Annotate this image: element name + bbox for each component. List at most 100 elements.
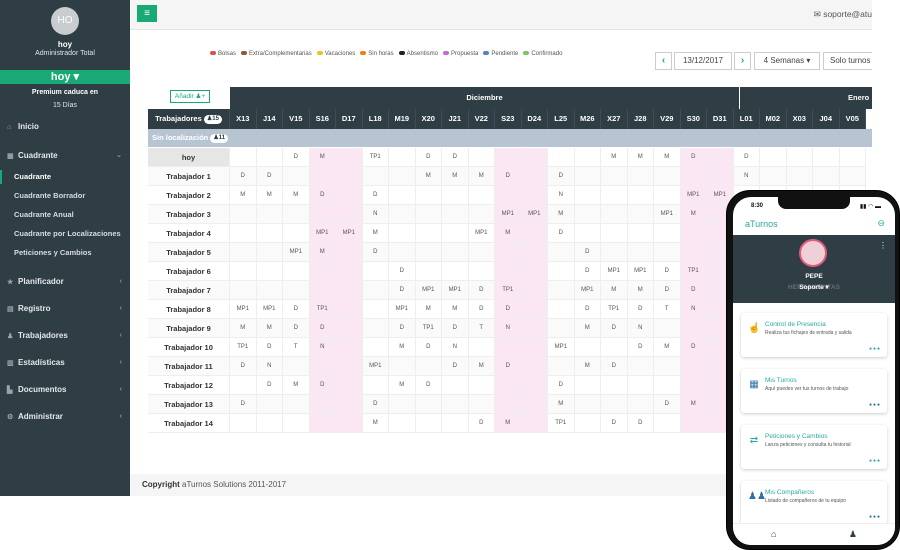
shift-cell[interactable]: MP1 [389,300,416,319]
day-header[interactable]: S23 [495,109,522,129]
shift-cell[interactable]: T [654,300,681,319]
shift-cell[interactable] [521,243,548,262]
shift-cell[interactable] [574,167,601,186]
day-header[interactable]: X27 [601,109,628,129]
shift-cell[interactable] [627,205,654,224]
phone-role-dropdown[interactable]: Soporte ▾ [733,283,895,291]
shift-cell[interactable] [468,148,495,167]
date-input[interactable]: 13/12/2017 [674,52,732,70]
shift-cell[interactable] [415,243,442,262]
shift-cell[interactable] [309,281,336,300]
shift-cell[interactable]: TP1 [415,319,442,338]
shift-cell[interactable] [574,205,601,224]
shift-cell[interactable] [389,167,416,186]
day-header[interactable]: X20 [415,109,442,129]
shift-cell[interactable] [548,262,575,281]
shift-cell[interactable] [521,376,548,395]
shift-cell[interactable] [389,243,416,262]
shift-cell[interactable]: TP1 [548,414,575,433]
shift-cell[interactable]: D [415,148,442,167]
worker-name[interactable]: Trabajador 2 [148,186,230,205]
shift-cell[interactable] [442,243,469,262]
shift-cell[interactable]: M [680,205,707,224]
shift-cell[interactable] [362,338,389,357]
shift-cell[interactable]: D [654,281,681,300]
shift-cell[interactable] [336,167,363,186]
shift-cell[interactable] [468,395,495,414]
worker-name[interactable]: Trabajador 13 [148,395,230,414]
shift-cell[interactable] [336,338,363,357]
shift-cell[interactable] [521,300,548,319]
shift-cell[interactable]: M [442,300,469,319]
worker-name[interactable]: hoy [148,148,230,167]
day-header[interactable]: X03 [786,109,813,129]
shift-cell[interactable]: MP1 [521,205,548,224]
shift-cell[interactable] [362,319,389,338]
shift-cell[interactable]: D [680,148,707,167]
shift-cell[interactable] [548,300,575,319]
sidebar-item-4[interactable]: ♟ Trabajadores ‹ [0,329,130,343]
shift-cell[interactable]: M [309,148,336,167]
shift-cell[interactable]: MP1 [415,281,442,300]
shift-cell[interactable]: MP1 [574,281,601,300]
shift-cell[interactable] [574,148,601,167]
shift-cell[interactable] [336,395,363,414]
shift-cell[interactable] [442,224,469,243]
shift-cell[interactable]: M [654,338,681,357]
shift-cell[interactable]: M [283,376,310,395]
shift-cell[interactable]: MP1 [601,262,628,281]
shift-cell[interactable] [548,281,575,300]
day-header[interactable]: M26 [574,109,601,129]
shift-cell[interactable]: N [309,338,336,357]
shift-cell[interactable] [283,395,310,414]
shift-cell[interactable] [336,281,363,300]
worker-name[interactable]: Trabajador 10 [148,338,230,357]
shift-cell[interactable]: D [415,376,442,395]
shift-cell[interactable]: D [442,357,469,376]
worker-name[interactable]: Trabajador 4 [148,224,230,243]
shift-cell[interactable]: D [574,262,601,281]
day-header[interactable]: M02 [760,109,787,129]
shift-cell[interactable] [654,243,681,262]
day-header[interactable]: D24 [521,109,548,129]
shift-cell[interactable] [256,205,283,224]
shift-cell[interactable] [362,281,389,300]
logout-icon[interactable]: ⊖ [877,218,885,229]
shift-cell[interactable] [468,205,495,224]
shift-cell[interactable]: D [654,262,681,281]
shift-cell[interactable] [548,148,575,167]
sidebar-item-5[interactable]: ▥ Estadísticas ‹ [0,356,130,370]
shift-cell[interactable] [256,414,283,433]
shift-cell[interactable] [309,414,336,433]
phone-card-1[interactable]: ▦ Mis Turnos Aquí puedes ver tus turnos de… [741,369,887,413]
shift-cell[interactable] [336,414,363,433]
shift-cell[interactable] [680,414,707,433]
day-header[interactable]: S30 [680,109,707,129]
shift-cell[interactable] [230,243,257,262]
shift-cell[interactable] [760,148,787,167]
phone-card-2[interactable]: ⇄ Peticiones y Cambios Lanza peticiones y … [741,425,887,469]
shift-cell[interactable] [256,395,283,414]
shift-cell[interactable] [389,357,416,376]
day-header[interactable]: V29 [654,109,681,129]
day-header[interactable]: J04 [813,109,840,129]
shift-cell[interactable] [495,262,522,281]
shift-cell[interactable]: D [362,243,389,262]
shift-cell[interactable]: D [495,300,522,319]
shift-cell[interactable] [256,243,283,262]
home-icon[interactable]: ⌂ [771,529,776,539]
shift-cell[interactable] [336,376,363,395]
shift-cell[interactable] [415,395,442,414]
shift-cell[interactable]: MP1 [654,205,681,224]
sidebar-subitem-0[interactable]: Cuadrante [0,170,130,184]
shift-cell[interactable] [627,357,654,376]
shift-cell[interactable]: D [601,319,628,338]
shift-cell[interactable]: D [574,300,601,319]
shift-cell[interactable] [256,148,283,167]
shift-cell[interactable]: MP1 [283,243,310,262]
shift-cell[interactable] [601,376,628,395]
shift-cell[interactable] [680,243,707,262]
shift-cell[interactable] [786,148,813,167]
shift-cell[interactable]: M [548,395,575,414]
day-header[interactable]: V15 [283,109,310,129]
